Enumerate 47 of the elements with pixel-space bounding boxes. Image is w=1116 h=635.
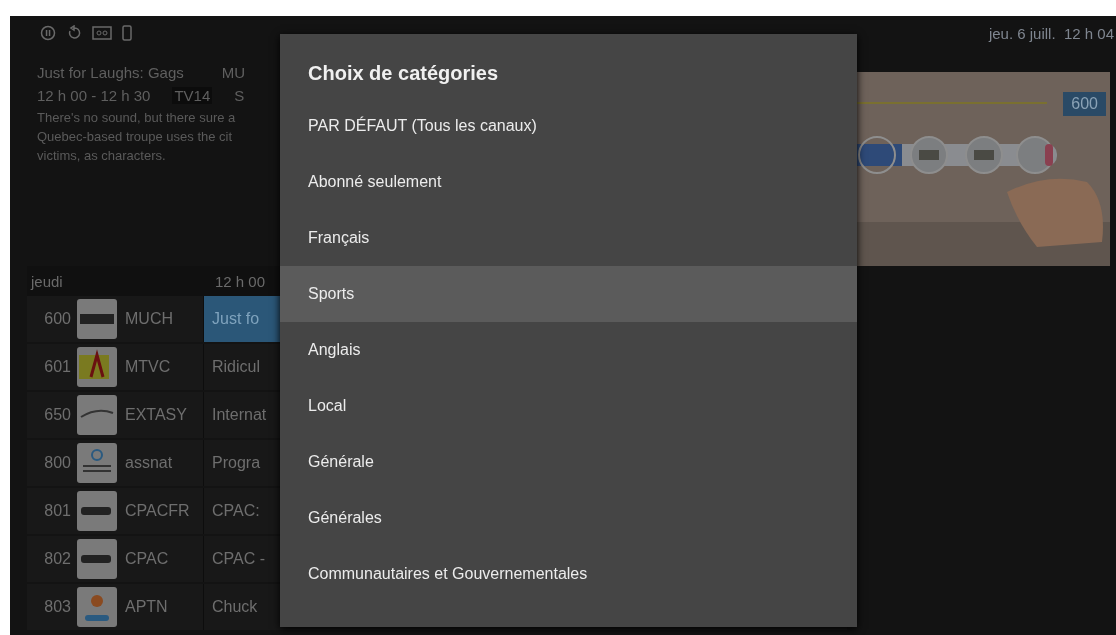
channel-logo-icon — [77, 347, 117, 387]
category-option[interactable]: Français — [280, 210, 857, 266]
channel-logo-icon — [77, 299, 117, 339]
channel-logo-icon — [77, 395, 117, 435]
channel-name: CPAC — [125, 550, 170, 568]
description-line: victims, as characters. — [37, 147, 167, 165]
pause-icon[interactable] — [40, 25, 56, 41]
channel-logo-icon — [77, 443, 117, 483]
channel-name: EXTASY — [125, 406, 188, 424]
channel-number: 650 — [43, 406, 71, 424]
cassette-icon[interactable] — [92, 25, 112, 41]
channel-number: 600 — [43, 310, 71, 328]
program-title: Just for Laughs: Gags — [37, 64, 184, 81]
channel-name: MU — [221, 64, 246, 81]
category-option[interactable]: Local — [280, 378, 857, 434]
channel-number: 802 — [43, 550, 71, 568]
channel-number: 800 — [43, 454, 71, 472]
category-option[interactable]: Communautaires et Gouvernementales — [280, 546, 857, 602]
channel-logo-icon — [77, 491, 117, 531]
category-option[interactable]: PAR DÉFAUT (Tous les canaux) — [280, 98, 857, 154]
phone-icon[interactable] — [122, 25, 132, 41]
channel-number: 601 — [43, 358, 71, 376]
channel-logo-icon — [77, 587, 117, 627]
channel-number: 801 — [43, 502, 71, 520]
time-slot-label: 12 h 00 — [215, 272, 266, 290]
rating-badge: TV14 — [172, 87, 213, 104]
channel-badge: 600 — [1063, 92, 1106, 116]
replay-icon[interactable] — [66, 25, 82, 41]
channel-logo-icon — [77, 539, 117, 579]
description-line: Quebec-based troupe uses the cit — [37, 128, 234, 146]
category-option[interactable]: Abonné seulement — [280, 154, 857, 210]
category-option[interactable]: Générales — [280, 490, 857, 546]
category-option[interactable]: Générale — [280, 434, 857, 490]
category-option[interactable]: Sports — [280, 266, 857, 322]
channel-name: APTN — [125, 598, 169, 616]
day-label: jeudi — [31, 272, 64, 290]
category-option[interactable]: Anglais — [280, 322, 857, 378]
channel-name: CPACFR — [125, 502, 191, 520]
dialog-title: Choix de catégories — [307, 61, 500, 86]
program-extra: S — [234, 87, 245, 104]
channel-name: MTVC — [125, 358, 172, 376]
channel-number: 803 — [43, 598, 71, 616]
channel-name: assnat — [125, 454, 174, 472]
description-line: There's no sound, but there sure a — [37, 109, 237, 127]
program-time: 12 h 00 - 12 h 30 — [37, 87, 151, 104]
channel-name: MUCH — [125, 310, 174, 328]
date-time: jeu. 6 juill. 12 h 04 — [988, 24, 1114, 42]
